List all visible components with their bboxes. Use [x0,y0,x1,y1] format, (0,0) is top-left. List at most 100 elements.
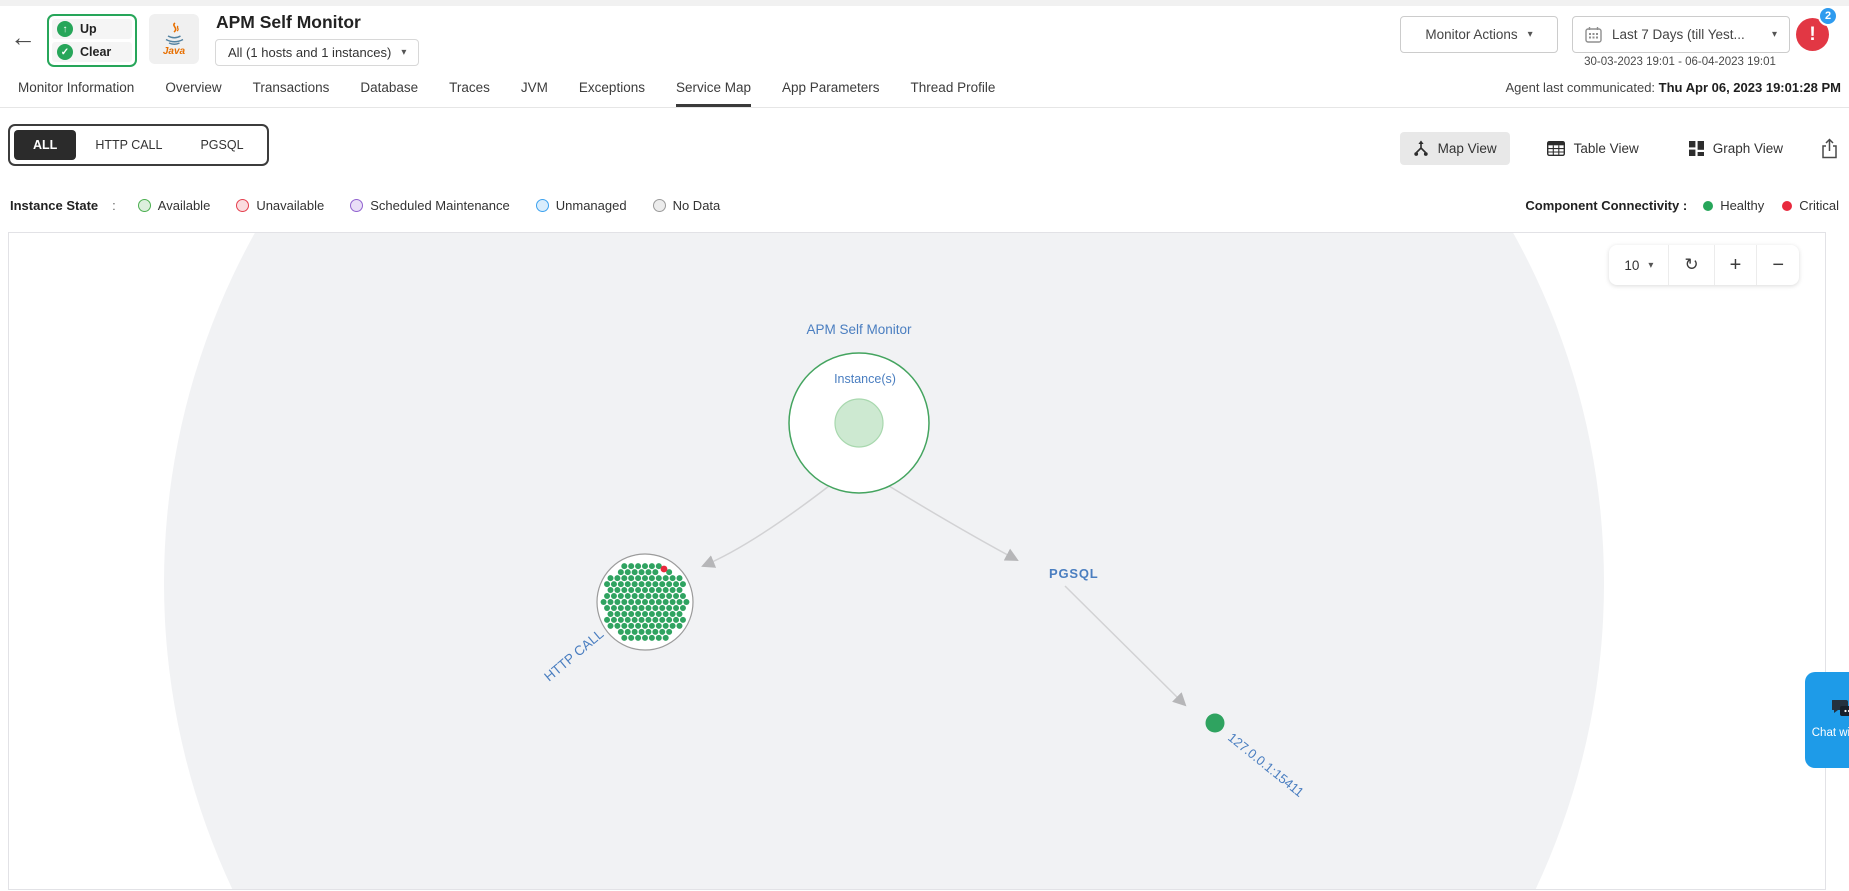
tab-overview[interactable]: Overview [165,72,221,107]
connectivity-item-label: Critical [1799,198,1839,213]
instance-dot-healthy [642,575,648,582]
pgsql-instance-dot[interactable] [1205,713,1225,733]
export-button[interactable] [1820,138,1839,159]
tab-exceptions[interactable]: Exceptions [579,72,645,107]
legend-dot-icon [1782,200,1793,211]
instance-dot-healthy [642,610,648,617]
instance-dot-healthy [683,599,690,605]
instance-dot-healthy [638,604,645,611]
tab-jvm[interactable]: JVM [521,72,548,107]
tab-app-parameters[interactable]: App Parameters [782,72,880,107]
back-arrow-icon[interactable]: ← [10,24,36,50]
instance-dot-healthy [635,575,642,582]
node-limit-value: 10 [1624,257,1640,273]
instance-dot-healthy [652,604,659,611]
date-range-detail: 30-03-2023 19:01 - 06-04-2023 19:01 [1584,56,1776,68]
refresh-button[interactable]: ↻ [1668,245,1713,285]
instance-dot-healthy [666,593,673,600]
instance-dot-healthy [642,622,648,629]
zoom-out-icon: − [1772,254,1784,276]
date-range-picker[interactable]: Last 7 Days (till Yest... ▾ [1572,16,1790,53]
availability-label: Up [80,22,97,36]
instance-dot-healthy [666,581,673,588]
instance-dot-healthy [679,604,686,611]
instance-dot-healthy [614,599,621,605]
table-view-label: Table View [1573,141,1639,156]
monitor-actions-button[interactable]: Monitor Actions ▾ [1400,16,1558,53]
graph-view-label: Graph View [1712,141,1783,156]
instance-dot-healthy [628,622,635,629]
instance-dot-healthy [638,593,645,600]
instance-dot-healthy [659,604,666,611]
root-node-label[interactable]: APM Self Monitor [806,322,912,337]
table-view-button[interactable]: Table View [1534,133,1652,164]
instance-dot-healthy [628,587,635,594]
instance-dot-healthy [645,569,652,576]
service-map-canvas[interactable]: APM Self Monitor Instance(s) HTTP CALL P… [9,233,1825,889]
instance-dot-healthy [662,575,669,582]
chevron-down-icon: ▾ [401,47,407,58]
graph-view-icon [1688,141,1704,156]
instance-dot-healthy [631,581,638,588]
node-limit-select[interactable]: 10 ▾ [1609,245,1668,285]
tab-monitor-information[interactable]: Monitor Information [18,72,134,107]
instance-dot-healthy [617,604,624,611]
instance-dot-healthy [666,616,673,623]
legend-bar: Instance State : Available Unavailable Sch… [10,198,1839,213]
zoom-out-button[interactable]: − [1756,245,1799,285]
instance-dot-healthy [673,593,680,600]
legend-circle-icon [350,199,364,212]
tab-thread-profile[interactable]: Thread Profile [911,72,996,107]
root-node-sublabel[interactable]: Instance(s) [834,372,896,386]
instance-dot-healthy [621,575,628,582]
window-top-strip [0,0,1849,6]
map-controls: 10 ▾ ↻ + − [1609,245,1799,285]
instance-dot-healthy [638,581,645,588]
filter-http-call[interactable]: HTTP CALL [76,130,181,160]
instance-dot-healthy [604,604,611,611]
filter-pgsql[interactable]: PGSQL [181,130,262,160]
instance-dot-healthy [679,593,686,600]
graph-view-button[interactable]: Graph View [1676,133,1796,164]
instance-dot-healthy [679,616,686,623]
instance-dot-healthy [607,622,614,629]
pgsql-node-label[interactable]: PGSQL [1049,566,1099,581]
instance-dot-healthy [607,587,614,594]
filter-all[interactable]: ALL [14,130,77,160]
instance-dot-healthy [631,593,638,600]
instance-dot-healthy [621,587,628,594]
instance-dot-healthy [617,569,624,576]
zoom-in-button[interactable]: + [1713,245,1757,285]
agent-last-communicated: Agent last communicated: Thu Apr 06, 202… [1505,80,1841,95]
instance-dot-healthy [642,563,648,570]
instance-dot-healthy [648,610,655,617]
instance-dot-healthy [645,581,652,588]
instance-dot-healthy [666,628,673,635]
tab-service-map[interactable]: Service Map [675,72,751,107]
tab-transactions[interactable]: Transactions [253,72,330,107]
instance-state-legend-title: Instance State [10,198,99,213]
tab-database[interactable]: Database [360,72,418,107]
instance-dot-healthy [676,575,683,582]
instance-dot-healthy [624,604,631,611]
tab-traces[interactable]: Traces [449,72,490,107]
connectivity-item-critical: Critical [1782,198,1839,213]
instance-dot-healthy [607,575,614,582]
instance-dot-healthy [628,610,635,617]
instance-dot-healthy [642,634,648,641]
health-label: Clear [80,45,112,59]
instance-dot-healthy [624,593,631,600]
instance-dot-healthy [600,599,607,605]
instance-dot-healthy [652,581,659,588]
root-instance-dot[interactable] [834,398,884,448]
legend-circle-icon [236,199,250,212]
legend-item-label: Available [157,198,211,213]
instance-dot-healthy [648,563,655,570]
instance-dot-healthy [676,622,683,629]
chat-widget[interactable]: Chat with us! [1805,672,1849,768]
host-instance-selector[interactable]: All (1 hosts and 1 instances) ▾ [215,39,420,66]
instance-dot-healthy [621,622,628,629]
connectivity-item-label: Healthy [1720,198,1765,213]
instance-dot-healthy [635,610,642,617]
map-view-button[interactable]: Map View [1399,132,1510,165]
